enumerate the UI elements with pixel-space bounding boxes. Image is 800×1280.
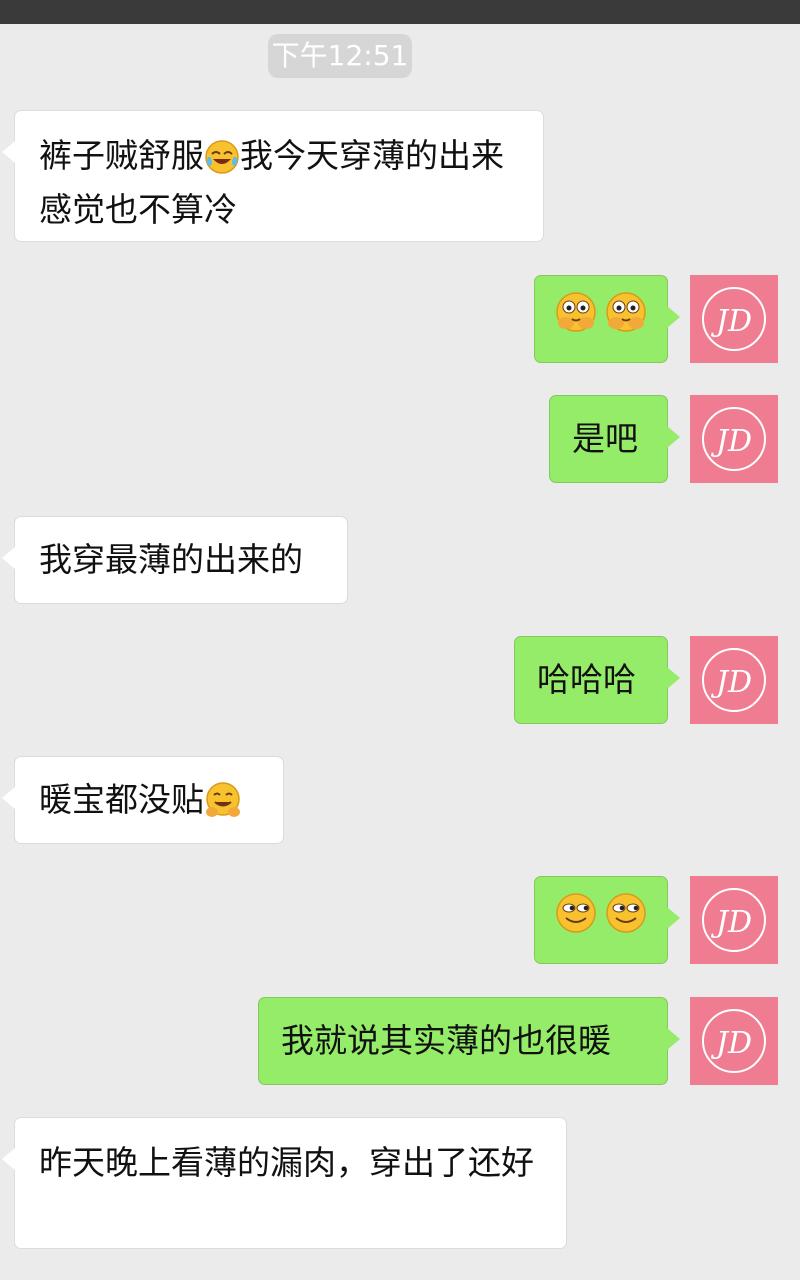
face-palm-peek-icon bbox=[603, 289, 649, 347]
message-text: 是吧 bbox=[572, 419, 638, 458]
message-text: 我穿最薄的出来的 bbox=[39, 540, 303, 579]
message-bubble-received[interactable]: 暖宝都没贴 bbox=[2, 756, 284, 844]
message-bubble-sent[interactable]: 我就说其实薄的也很暖 bbox=[258, 997, 680, 1085]
svg-text:JD: JD bbox=[710, 665, 752, 700]
timestamp: 下午12:51 bbox=[268, 34, 412, 78]
face-palm-peek-icon bbox=[553, 289, 599, 347]
jd-logo-icon: JD bbox=[702, 888, 766, 952]
smirk-hands-icon bbox=[204, 781, 242, 831]
sly-smile-icon bbox=[603, 890, 649, 948]
message-bubble-sent[interactable] bbox=[534, 876, 680, 964]
svg-text:JD: JD bbox=[710, 304, 752, 339]
message-bubble-sent[interactable] bbox=[534, 275, 680, 363]
jd-logo-icon: JD bbox=[702, 287, 766, 351]
avatar[interactable]: JD bbox=[690, 636, 778, 724]
message-text: 昨天晚上看薄的漏肉，穿出了还好 bbox=[39, 1143, 534, 1182]
message-text: 裤子贼舒服 bbox=[39, 136, 204, 175]
avatar[interactable]: JD bbox=[690, 275, 778, 363]
message-bubble-sent[interactable]: 是吧 bbox=[549, 395, 680, 483]
message-text: 暖宝都没贴 bbox=[39, 780, 204, 819]
message-bubble-sent[interactable]: 哈哈哈 bbox=[514, 636, 680, 724]
svg-text:JD: JD bbox=[710, 905, 752, 940]
message-bubble-received[interactable]: 裤子贼舒服 我今天穿薄的出来感觉也不算冷 bbox=[2, 110, 544, 242]
jd-logo-icon: JD bbox=[702, 1009, 766, 1073]
tears-of-joy-icon bbox=[204, 139, 240, 187]
avatar[interactable]: JD bbox=[690, 997, 778, 1085]
status-bar bbox=[0, 0, 800, 24]
svg-text:JD: JD bbox=[710, 1026, 752, 1061]
avatar[interactable]: JD bbox=[690, 876, 778, 964]
jd-logo-icon: JD bbox=[702, 648, 766, 712]
message-text: 哈哈哈 bbox=[537, 660, 636, 699]
avatar[interactable]: JD bbox=[690, 395, 778, 483]
sly-smile-icon bbox=[553, 890, 599, 948]
svg-text:JD: JD bbox=[710, 424, 752, 459]
message-bubble-received[interactable]: 我穿最薄的出来的 bbox=[2, 516, 348, 604]
message-text: 我就说其实薄的也很暖 bbox=[281, 1021, 611, 1060]
jd-logo-icon: JD bbox=[702, 407, 766, 471]
message-bubble-received[interactable]: 昨天晚上看薄的漏肉，穿出了还好 bbox=[2, 1117, 567, 1249]
